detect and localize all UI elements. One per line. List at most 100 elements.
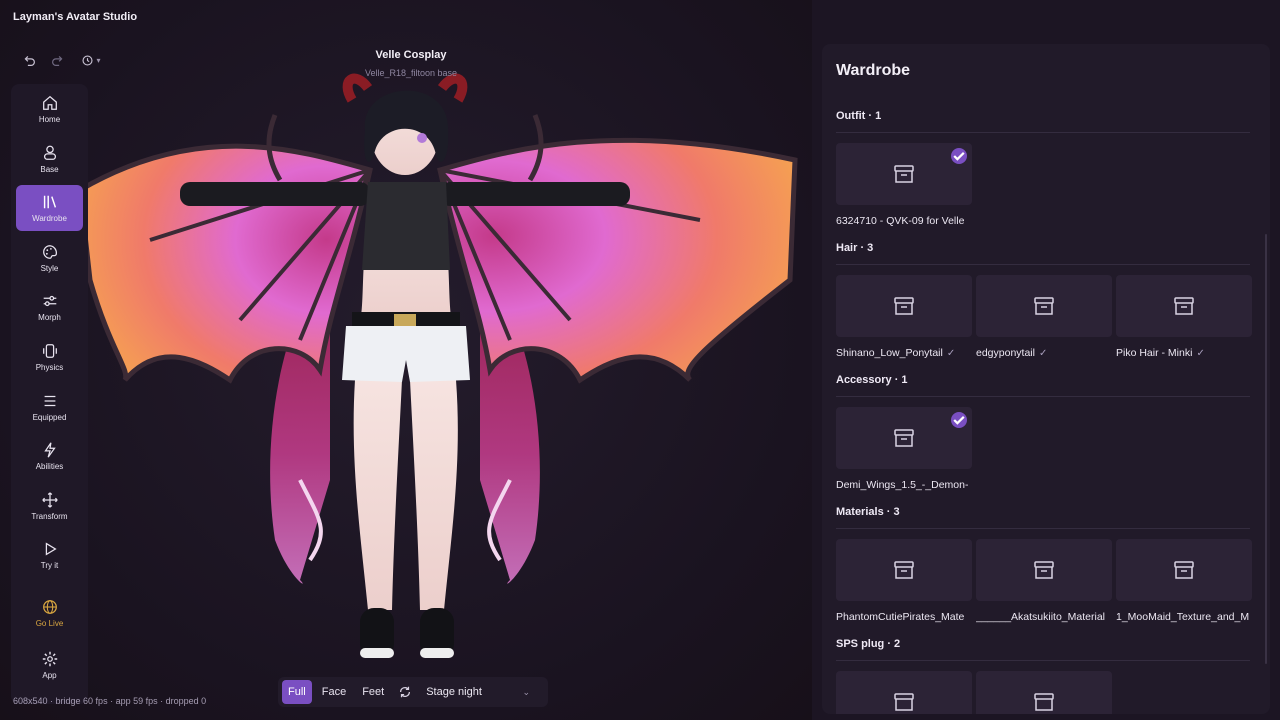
wardrobe-item[interactable]: Shinano_Low_Ponytail ✓ bbox=[836, 275, 972, 359]
person-icon bbox=[43, 145, 56, 160]
item-thumbnail bbox=[976, 539, 1112, 601]
bolt-icon bbox=[43, 442, 56, 458]
item-thumbnail bbox=[976, 275, 1112, 337]
wardrobe-panel: Wardrobe Outfit · 1 6324710 - QVK-09 for… bbox=[812, 0, 1280, 720]
checked-icon bbox=[951, 412, 967, 428]
globe-icon bbox=[42, 600, 57, 614]
rail-item-label: Base bbox=[40, 164, 59, 174]
item-thumbnail bbox=[836, 143, 972, 205]
rail-item-label: Abilities bbox=[35, 462, 64, 472]
item-thumbnail bbox=[1116, 539, 1252, 601]
rail-item-label: App bbox=[42, 670, 57, 680]
view-feet-button[interactable]: Feet bbox=[356, 680, 390, 704]
home-icon bbox=[42, 95, 57, 110]
archive-box-icon bbox=[894, 561, 914, 579]
chevron-down-icon: ▾ bbox=[96, 55, 101, 65]
rail-item-label: Physics bbox=[35, 362, 64, 372]
wardrobe-item[interactable]: 1_MooMaid_Texture_and_M bbox=[1116, 539, 1252, 623]
archive-box-icon bbox=[894, 693, 914, 711]
stage-select-value: Stage night bbox=[426, 686, 482, 698]
section-heading: Materials · 3 bbox=[836, 506, 1250, 529]
rail-item-physics[interactable]: Physics bbox=[16, 334, 83, 380]
item-label: ______Akatsukiito_Material bbox=[976, 611, 1105, 623]
redo-icon bbox=[51, 55, 62, 66]
checked-icon bbox=[951, 148, 967, 164]
rail-item-morph[interactable]: Morph bbox=[16, 284, 83, 330]
rail-item-style[interactable]: Style bbox=[16, 235, 83, 281]
avatar-render[interactable] bbox=[0, 60, 812, 680]
item-label: Piko Hair - Minki bbox=[1116, 347, 1193, 359]
archive-box-icon bbox=[1034, 297, 1054, 315]
item-thumbnail bbox=[836, 539, 972, 601]
avatar-viewport[interactable]: Velle Cosplay Velle_R18_filtoon base ▾ H… bbox=[0, 0, 812, 720]
rail-item-equipped[interactable]: Equipped bbox=[16, 384, 83, 430]
rail-item-go-live[interactable]: Go Live bbox=[16, 590, 83, 636]
check-mark-icon: ✓ bbox=[946, 347, 956, 359]
chevron-down-icon: ⌄ bbox=[522, 686, 530, 697]
archive-box-icon bbox=[1174, 561, 1194, 579]
sliders-icon bbox=[43, 296, 56, 307]
wardrobe-item[interactable]: ______Akatsukiito_Material bbox=[976, 539, 1112, 623]
move-icon bbox=[41, 492, 58, 508]
wardrobe-item[interactable]: PhantomCutiePirates_Mate bbox=[836, 539, 972, 623]
status-line: 608x540 · bridge 60 fps · app 59 fps · d… bbox=[13, 696, 207, 706]
wardrobe-item[interactable]: 6324710 - QVK-09 for Velle bbox=[836, 143, 972, 227]
rail-item-base[interactable]: Base bbox=[16, 136, 83, 182]
wardrobe-item[interactable]: Demi_Wings_1.5_-_Demon- bbox=[836, 407, 972, 491]
wardrobe-item[interactable]: Piko Hair - Minki ✓ bbox=[1116, 275, 1252, 359]
archive-box-icon bbox=[1174, 297, 1194, 315]
view-toolbar: Full Face Feet Stage night ⌄ bbox=[278, 677, 548, 707]
undo-button[interactable] bbox=[20, 51, 38, 69]
item-label: 1_MooMaid_Texture_and_M bbox=[1116, 611, 1250, 623]
rail-item-wardrobe[interactable]: Wardrobe bbox=[16, 185, 83, 232]
item-label: 6324710 - QVK-09 for Velle bbox=[836, 215, 965, 227]
rail-item-try-it[interactable]: Try it bbox=[16, 532, 83, 578]
avatar-base-name: Velle_R18_filtoon base bbox=[364, 68, 458, 78]
play-icon bbox=[45, 542, 57, 556]
view-face-button[interactable]: Face bbox=[316, 680, 352, 704]
archive-box-icon bbox=[894, 165, 914, 183]
item-thumbnail bbox=[836, 671, 972, 714]
rail-item-label: Go Live bbox=[35, 618, 64, 628]
history-toolbar: ▾ bbox=[12, 46, 112, 74]
wardrobe-item[interactable] bbox=[976, 671, 1112, 714]
rail-item-transform[interactable]: Transform bbox=[16, 483, 83, 529]
physics-icon bbox=[42, 344, 57, 358]
refresh-icon bbox=[400, 686, 411, 698]
rail-item-label: Style bbox=[40, 263, 59, 273]
redo-button[interactable] bbox=[48, 51, 66, 69]
section-outfit: Outfit · 1 6324710 - QVK-09 for Velle bbox=[836, 110, 1250, 227]
item-thumbnail bbox=[1116, 275, 1252, 337]
history-button[interactable]: ▾ bbox=[76, 51, 106, 69]
wardrobe-item[interactable]: edgyponytail ✓ bbox=[976, 275, 1112, 359]
check-mark-icon: ✓ bbox=[1196, 347, 1205, 359]
wardrobe-icon bbox=[43, 195, 56, 209]
view-full-button[interactable]: Full bbox=[282, 680, 312, 704]
rail-item-label: Try it bbox=[40, 561, 59, 571]
archive-box-icon bbox=[894, 297, 914, 315]
rotate-view-button[interactable] bbox=[394, 685, 416, 699]
rail-item-label: Morph bbox=[38, 313, 61, 323]
item-label: Shinano_Low_Ponytail bbox=[836, 347, 943, 359]
archive-box-icon bbox=[1034, 693, 1054, 711]
item-label: edgyponytail bbox=[976, 347, 1035, 359]
item-label: PhantomCutiePirates_Mate bbox=[836, 611, 965, 623]
nav-rail: Home Base Wardrobe Style Morph Physics E… bbox=[11, 84, 88, 704]
avatar-name: Velle Cosplay bbox=[375, 49, 447, 61]
section-heading: Accessory · 1 bbox=[836, 374, 1250, 397]
rail-item-app[interactable]: App bbox=[16, 642, 83, 688]
wardrobe-card[interactable]: Wardrobe Outfit · 1 6324710 - QVK-09 for… bbox=[822, 44, 1270, 714]
item-label: Demi_Wings_1.5_-_Demon- bbox=[836, 479, 969, 491]
item-thumbnail bbox=[836, 407, 972, 469]
stage-select[interactable]: Stage night ⌄ bbox=[420, 686, 544, 698]
wardrobe-scrollbar[interactable] bbox=[1265, 234, 1267, 664]
rail-item-label: Wardrobe bbox=[32, 214, 67, 224]
gear-icon bbox=[42, 651, 57, 666]
item-thumbnail bbox=[836, 275, 972, 337]
rail-item-home[interactable]: Home bbox=[16, 86, 83, 132]
wardrobe-item[interactable] bbox=[836, 671, 972, 714]
section-heading: SPS plug · 2 bbox=[836, 638, 1250, 661]
list-icon bbox=[44, 395, 55, 406]
archive-box-icon bbox=[1034, 561, 1054, 579]
rail-item-abilities[interactable]: Abilities bbox=[16, 433, 83, 479]
